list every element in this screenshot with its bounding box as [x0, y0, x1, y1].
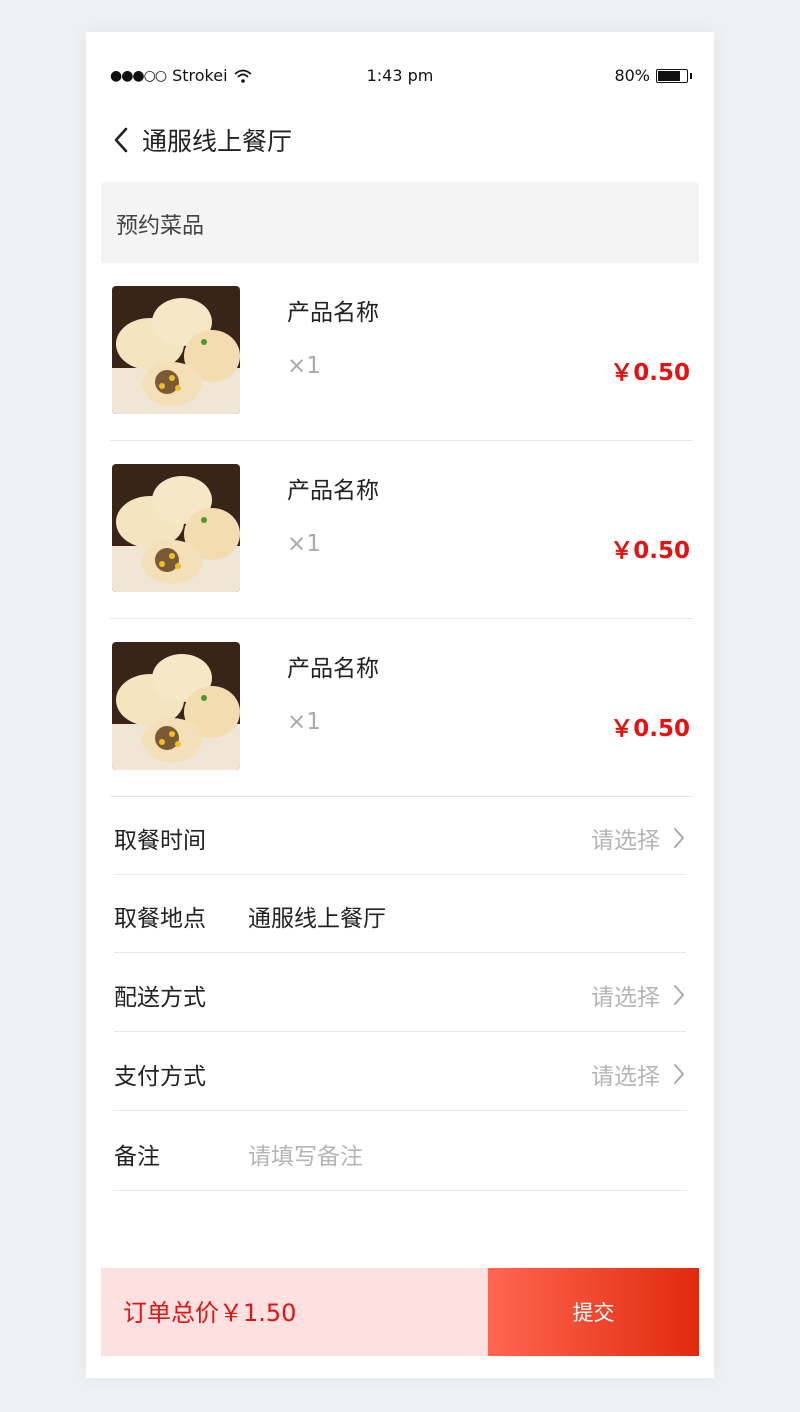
- product-image: [112, 464, 240, 592]
- divider: [114, 1190, 686, 1191]
- page-title: 通服线上餐厅: [142, 127, 293, 156]
- note-row[interactable]: 备注 请填写备注: [114, 1113, 686, 1191]
- divider: [114, 1110, 686, 1111]
- payment-row[interactable]: 支付方式 请选择: [114, 1033, 686, 1111]
- product-image: [112, 642, 240, 770]
- submit-button[interactable]: 提交: [488, 1268, 699, 1356]
- chevron-right-icon: [674, 1064, 684, 1084]
- chevron-right-icon: [674, 828, 684, 848]
- product-quantity: ×1: [287, 531, 321, 557]
- payment-select[interactable]: 请选择: [591, 1057, 686, 1091]
- status-bar: ●●●○○ Strokei 1:43 pm 80%: [86, 66, 714, 90]
- product-image: [112, 286, 240, 414]
- product-name: 产品名称: [287, 656, 379, 682]
- delivery-placeholder: 请选择: [591, 985, 660, 1011]
- payment-label: 支付方式: [114, 1064, 206, 1090]
- product-name: 产品名称: [287, 300, 379, 326]
- product-item[interactable]: 产品名称 ×1 ￥0.50: [110, 441, 693, 619]
- product-price: ￥0.50: [610, 716, 690, 742]
- nav-bar: 通服线上餐厅: [110, 120, 292, 160]
- delivery-row[interactable]: 配送方式 请选择: [114, 954, 686, 1032]
- back-arrow-icon[interactable]: [110, 125, 132, 155]
- divider: [114, 952, 686, 953]
- payment-placeholder: 请选择: [591, 1064, 660, 1090]
- pickup-place-value: 通服线上餐厅: [248, 906, 386, 932]
- note-input[interactable]: 请填写备注: [248, 1137, 363, 1171]
- chevron-right-icon: [674, 985, 684, 1005]
- order-total-text: 订单总价￥1.50: [123, 1299, 297, 1327]
- battery-fill: [658, 70, 681, 81]
- phone-screen: ●●●○○ Strokei 1:43 pm 80% 通服线上餐厅 预约菜品 产品…: [86, 32, 714, 1378]
- product-name: 产品名称: [287, 478, 379, 504]
- product-price: ￥0.50: [610, 360, 690, 386]
- delivery-select[interactable]: 请选择: [591, 978, 686, 1012]
- pickup-place-row: 取餐地点 通服线上餐厅: [114, 875, 686, 953]
- battery-tip: [690, 72, 692, 79]
- battery-percent: 80%: [614, 66, 650, 85]
- section-title: 预约菜品: [116, 214, 205, 239]
- pickup-time-label: 取餐时间: [114, 828, 206, 854]
- pickup-time-row[interactable]: 取餐时间 请选择: [114, 797, 686, 875]
- divider: [114, 1031, 686, 1032]
- battery-icon: [656, 68, 688, 83]
- checkout-bar: 订单总价￥1.50 提交: [101, 1268, 699, 1356]
- pickup-place-label: 取餐地点: [114, 906, 206, 932]
- product-item[interactable]: 产品名称 ×1 ￥0.50: [110, 263, 693, 441]
- delivery-label: 配送方式: [114, 985, 206, 1011]
- pickup-time-placeholder: 请选择: [591, 828, 660, 854]
- pickup-time-select[interactable]: 请选择: [591, 821, 686, 855]
- product-quantity: ×1: [287, 709, 321, 735]
- order-total: 订单总价￥1.50: [101, 1268, 488, 1356]
- note-label: 备注: [114, 1144, 160, 1170]
- product-item[interactable]: 产品名称 ×1 ￥0.50: [110, 619, 693, 797]
- product-price: ￥0.50: [610, 538, 690, 564]
- product-quantity: ×1: [287, 353, 321, 379]
- battery-indicator: 80%: [614, 66, 692, 85]
- section-header: 预约菜品: [101, 182, 699, 263]
